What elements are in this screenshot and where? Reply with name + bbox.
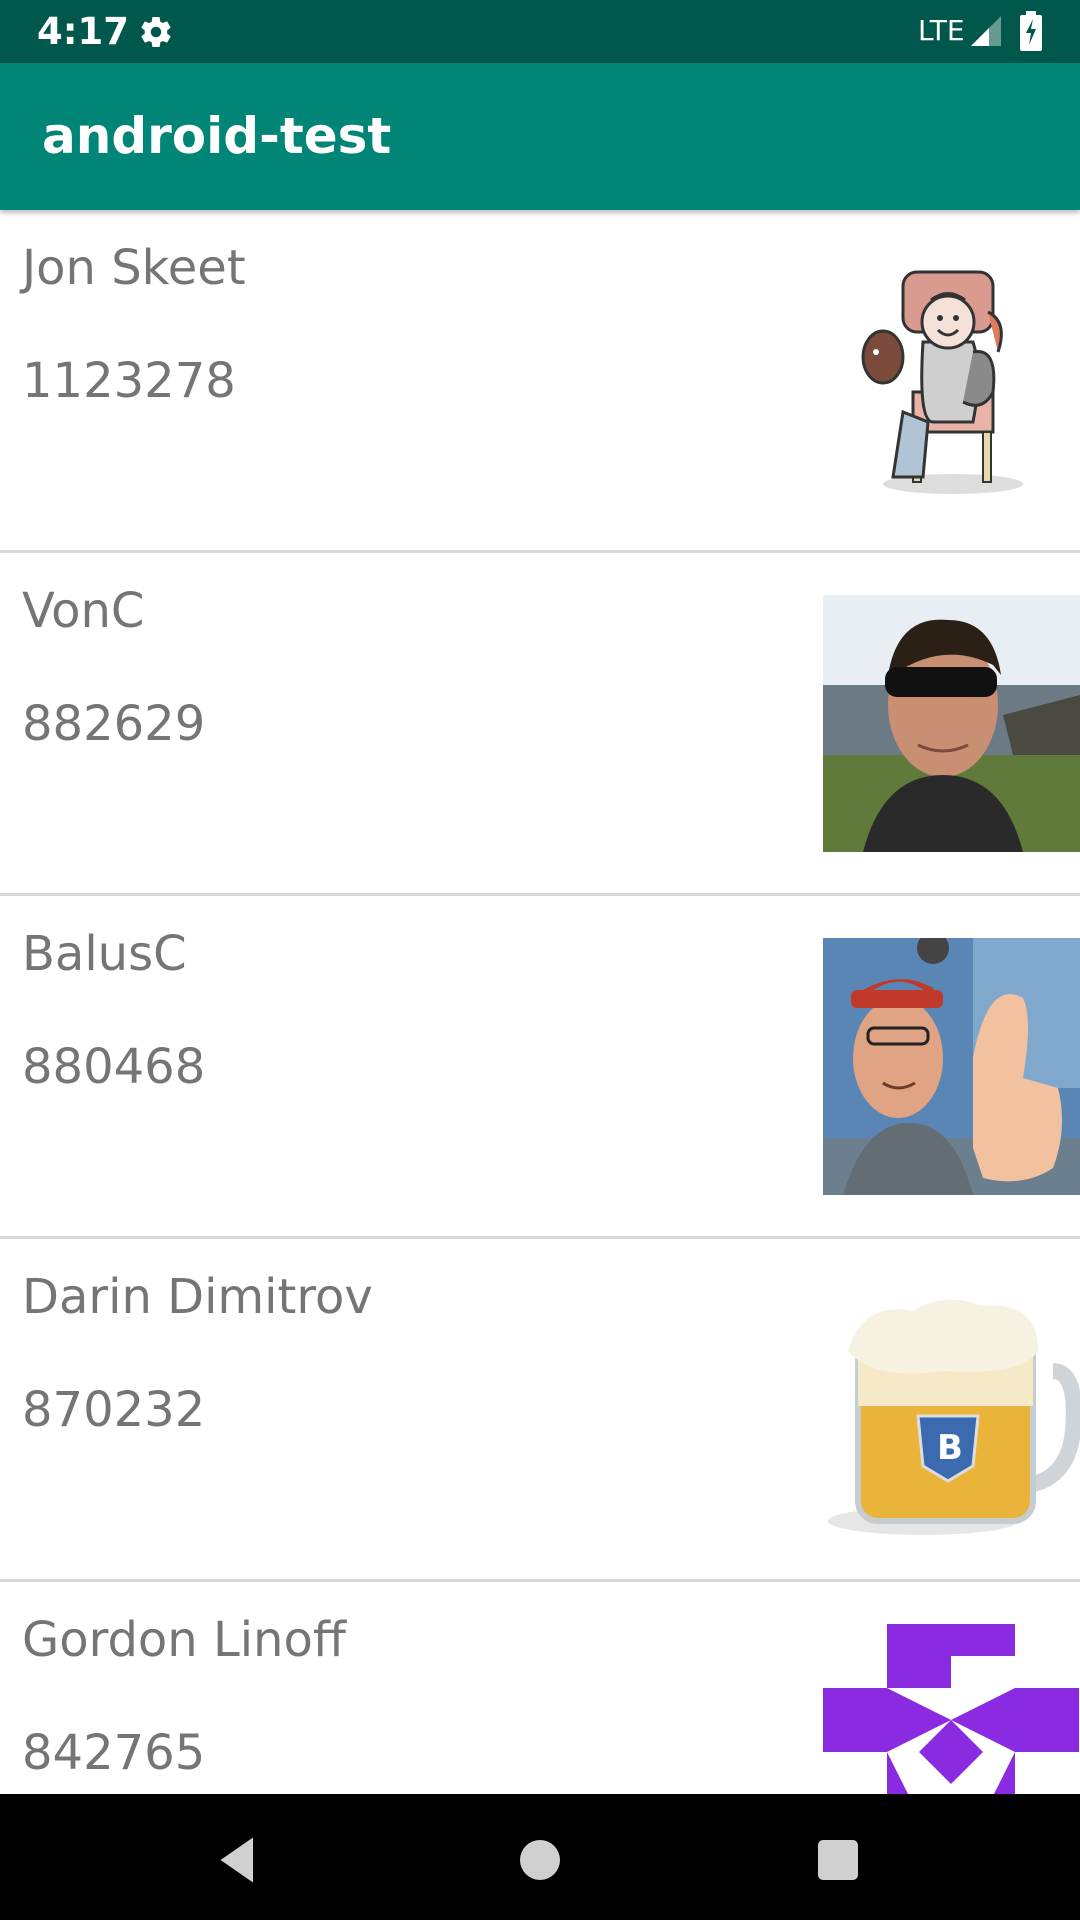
list-item[interactable]: Gordon Linoff 842765: [0, 1582, 1080, 1794]
user-name: Darin Dimitrov: [22, 1269, 373, 1325]
status-time: 4:17: [37, 10, 130, 53]
signal-icon: [971, 16, 1001, 46]
user-reputation: 880468: [22, 1039, 206, 1095]
list-item[interactable]: Jon Skeet 1123278: [0, 210, 1080, 553]
network-type-label: LTE: [918, 14, 965, 47]
app-title: android-test: [42, 107, 392, 165]
user-reputation: 842765: [22, 1725, 206, 1781]
user-reputation: 1123278: [22, 353, 236, 409]
list-item[interactable]: BalusC 880468: [0, 896, 1080, 1239]
identicon-avatar-icon: [823, 1624, 1080, 1794]
user-list[interactable]: Jon Skeet 1123278 VonC 882629 BalusC 880…: [0, 210, 1080, 1794]
navigation-bar: [0, 1794, 1080, 1920]
list-item[interactable]: Darin Dimitrov 870232 B: [0, 1239, 1080, 1582]
user-name: Gordon Linoff: [22, 1612, 346, 1668]
user-name: Jon Skeet: [22, 240, 246, 296]
settings-gear-icon: [141, 17, 171, 48]
status-bar: 4:17 LTE: [0, 0, 1080, 63]
recents-icon[interactable]: [808, 1830, 868, 1890]
back-icon[interactable]: [208, 1830, 268, 1890]
cartoon-avatar-icon: [823, 252, 1080, 509]
beer-mug-avatar-icon: B: [823, 1281, 1080, 1538]
user-reputation: 870232: [22, 1382, 206, 1438]
app-bar: android-test: [0, 63, 1080, 210]
photo-thumbs-up-avatar-icon: [823, 938, 1080, 1195]
home-icon[interactable]: [510, 1830, 570, 1890]
photo-sunglasses-avatar-icon: [823, 595, 1080, 852]
user-reputation: 882629: [22, 696, 206, 752]
user-name: VonC: [22, 583, 145, 639]
battery-charging-icon: [1020, 11, 1042, 51]
user-name: BalusC: [22, 926, 187, 982]
list-item[interactable]: VonC 882629: [0, 553, 1080, 896]
svg-text:B: B: [937, 1428, 963, 1468]
